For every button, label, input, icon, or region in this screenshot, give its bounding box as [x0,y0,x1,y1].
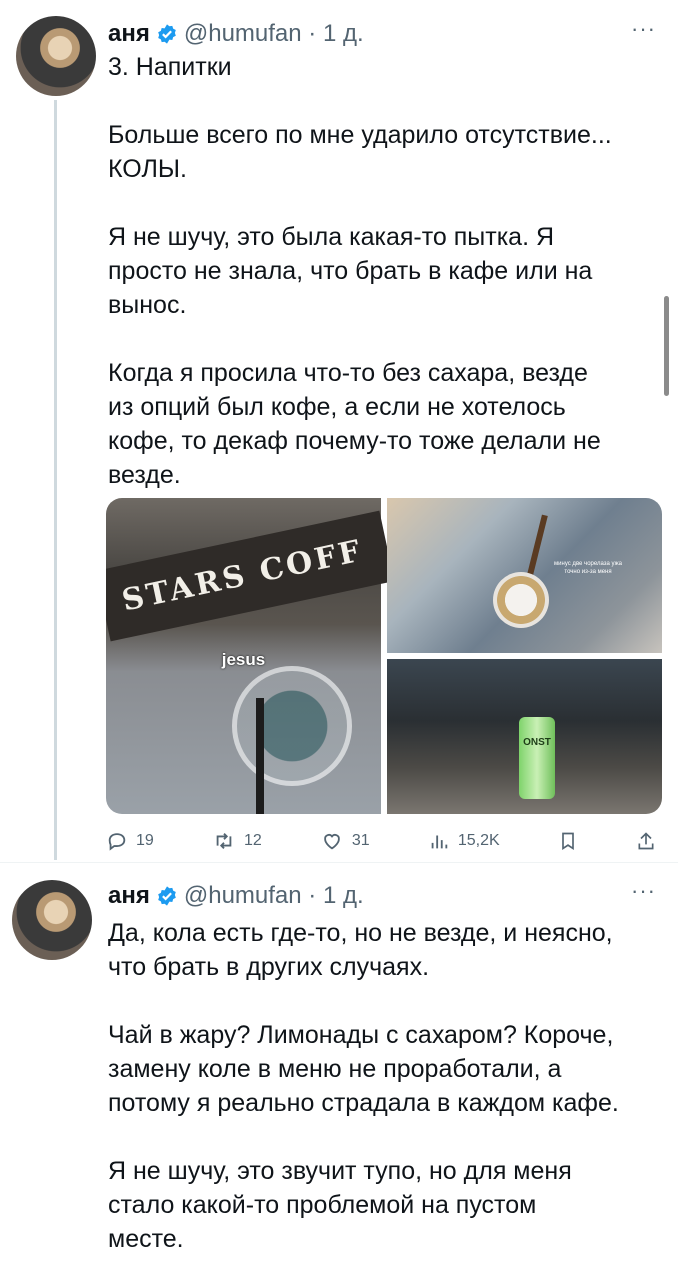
tweet-paragraph: 3. Напитки [108,53,232,81]
author-handle[interactable]: @humufan [184,882,302,910]
author-name[interactable]: аня [108,20,150,48]
photo-caption: jesus [221,650,266,669]
verified-badge-icon [158,24,176,44]
drink-can [519,717,555,799]
tweet-paragraph: Я не шучу, это была какая-то пытка. Я пр… [108,223,593,319]
tweet-2[interactable]: аня @humufan · 1 д. ··· Да, кола есть гд… [0,864,678,1264]
retweet-button[interactable]: 12 [212,830,262,852]
thread-line [54,100,57,860]
photo-starbucks-window[interactable]: STARS COFF jesus [106,498,395,814]
author-handle[interactable]: @humufan [184,20,302,48]
author-name[interactable]: аня [108,882,150,910]
reply-button[interactable]: 19 [106,830,154,852]
heart-icon [324,834,340,850]
action-bar: 19 12 31 15,2K [106,830,656,852]
retweet-icon [216,833,232,849]
retweet-count: 12 [243,832,262,849]
tweet-time[interactable]: 1 д. [323,20,364,48]
separator-dot: · [301,20,323,47]
media-grid: STARS COFF jesus минус две чорелаза ужа … [106,498,662,814]
separator-dot: · [301,882,323,909]
share-button[interactable] [636,830,656,852]
photo-energy-drink[interactable]: ONST [387,659,662,814]
avatar[interactable] [16,16,96,96]
tweet-header: аня @humufan · 1 д. [108,20,364,48]
tweet-header: аня @humufan · 1 д. [108,882,364,910]
bookmark-icon [561,832,574,851]
street-lamp [256,698,264,814]
tweet-paragraph: Когда я просила что-то без сахара, везде… [108,359,601,489]
like-count: 31 [351,832,370,849]
photo-caption: минус две чорелаза ужа точно из-за меня [554,561,622,575]
like-button[interactable]: 31 [320,830,370,852]
tweet-text: 3. Напитки Больше всего по мне ударило о… [108,50,653,526]
bookmark-button[interactable] [558,830,578,852]
can-label: ONST [523,737,551,748]
verified-badge-icon [158,886,176,906]
tweet-time[interactable]: 1 д. [323,882,364,910]
scrollbar[interactable] [664,296,669,396]
tweet-paragraph: Да, кола есть где-то, но не везде, и нея… [108,919,613,981]
photo-sign-text: STARS COFF [106,510,395,642]
share-icon [638,832,654,850]
views-bar-icon [431,835,448,849]
views-button[interactable]: 15,2K [428,830,500,852]
avatar[interactable] [12,880,92,960]
tweet-divider [0,862,678,863]
reply-count: 19 [136,832,154,849]
tweet-text: Да, кола есть где-то, но не везде, и нея… [108,916,653,1280]
more-dots-icon[interactable]: ··· [631,878,656,904]
photo-cup-on-street[interactable]: минус две чорелаза ужа точно из-за меня [387,498,662,653]
more-dots-icon[interactable]: ··· [631,16,656,42]
tweet-paragraph: Я не шучу, это звучит тупо, но для меня … [108,1157,572,1253]
tweet-paragraph: Чай в жару? Лимонады с сахаром? Короче, … [108,1021,619,1117]
views-count: 15,2K [457,832,500,849]
tweet-paragraph: Больше всего по мне ударило отсутствие..… [108,121,612,183]
reply-icon [108,833,126,851]
cup [493,572,549,628]
tweet-1[interactable]: аня @humufan · 1 д. ··· 3. Напитки Больш… [0,0,678,860]
coffee-logo [232,666,352,786]
